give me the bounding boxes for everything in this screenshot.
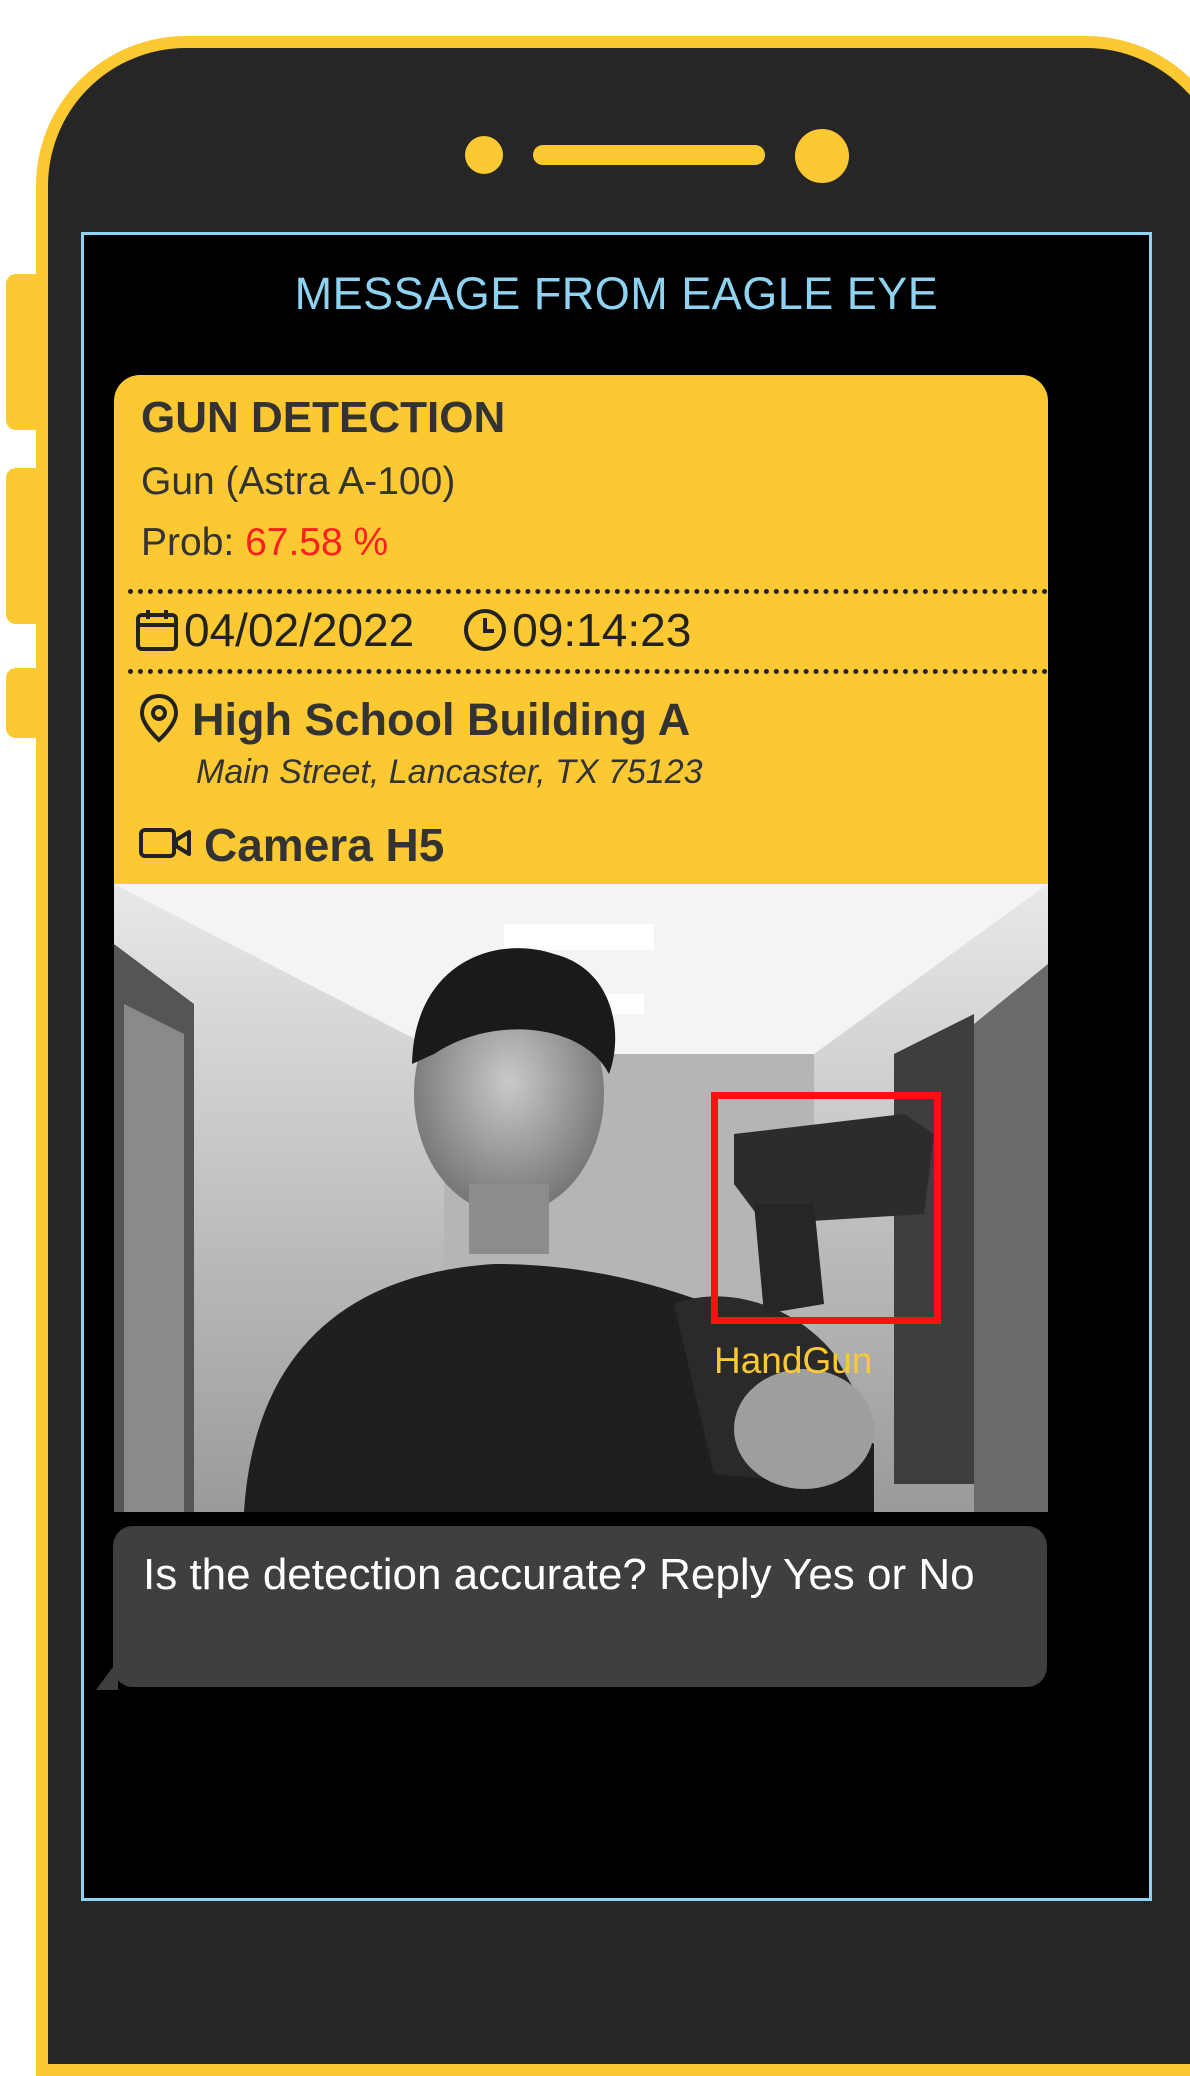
datetime-row: 04/02/2022 09:14:23 (134, 600, 691, 660)
screen-title: MESSAGE FROM EAGLE EYE (294, 268, 939, 319)
side-button-2[interactable] (6, 468, 36, 624)
speaker-grille (533, 145, 765, 165)
detection-label: HandGun (714, 1340, 873, 1381)
probability-value: 67.58 % (245, 521, 389, 564)
video-camera-icon (138, 825, 192, 865)
probability: Prob: 67.58 % (141, 521, 388, 565)
alert-date: 04/02/2022 (184, 604, 415, 656)
side-button-3[interactable] (6, 668, 36, 738)
camera-name: Camera H5 (204, 819, 445, 871)
proximity-sensor-dot (795, 129, 849, 183)
location-pin-icon (138, 693, 180, 747)
location-row: High School Building A (138, 690, 690, 750)
location-address: Main Street, Lancaster, TX 75123 (196, 753, 703, 791)
probability-label: Prob: (141, 521, 246, 564)
alert-time: 09:14:23 (512, 604, 692, 656)
clock-icon (462, 607, 508, 653)
location-name: High School Building A (192, 694, 691, 745)
alert-title: GUN DETECTION (141, 393, 506, 442)
camera-row: Camera H5 (138, 813, 444, 877)
reply-prompt-bubble[interactable]: Is the detection accurate? Reply Yes or … (113, 1526, 1047, 1687)
side-button-1[interactable] (6, 274, 36, 430)
alert-card[interactable]: GUN DETECTION Gun (Astra A-100) Prob: 67… (114, 375, 1048, 1512)
weapon-model: Gun (Astra A-100) (141, 460, 456, 503)
detection-photo[interactable]: HandGun (114, 884, 1048, 1512)
divider-top (128, 589, 1048, 594)
detection-box (711, 1092, 941, 1324)
calendar-icon (134, 607, 180, 653)
divider-bottom (128, 669, 1048, 674)
front-camera-dot (465, 136, 503, 174)
